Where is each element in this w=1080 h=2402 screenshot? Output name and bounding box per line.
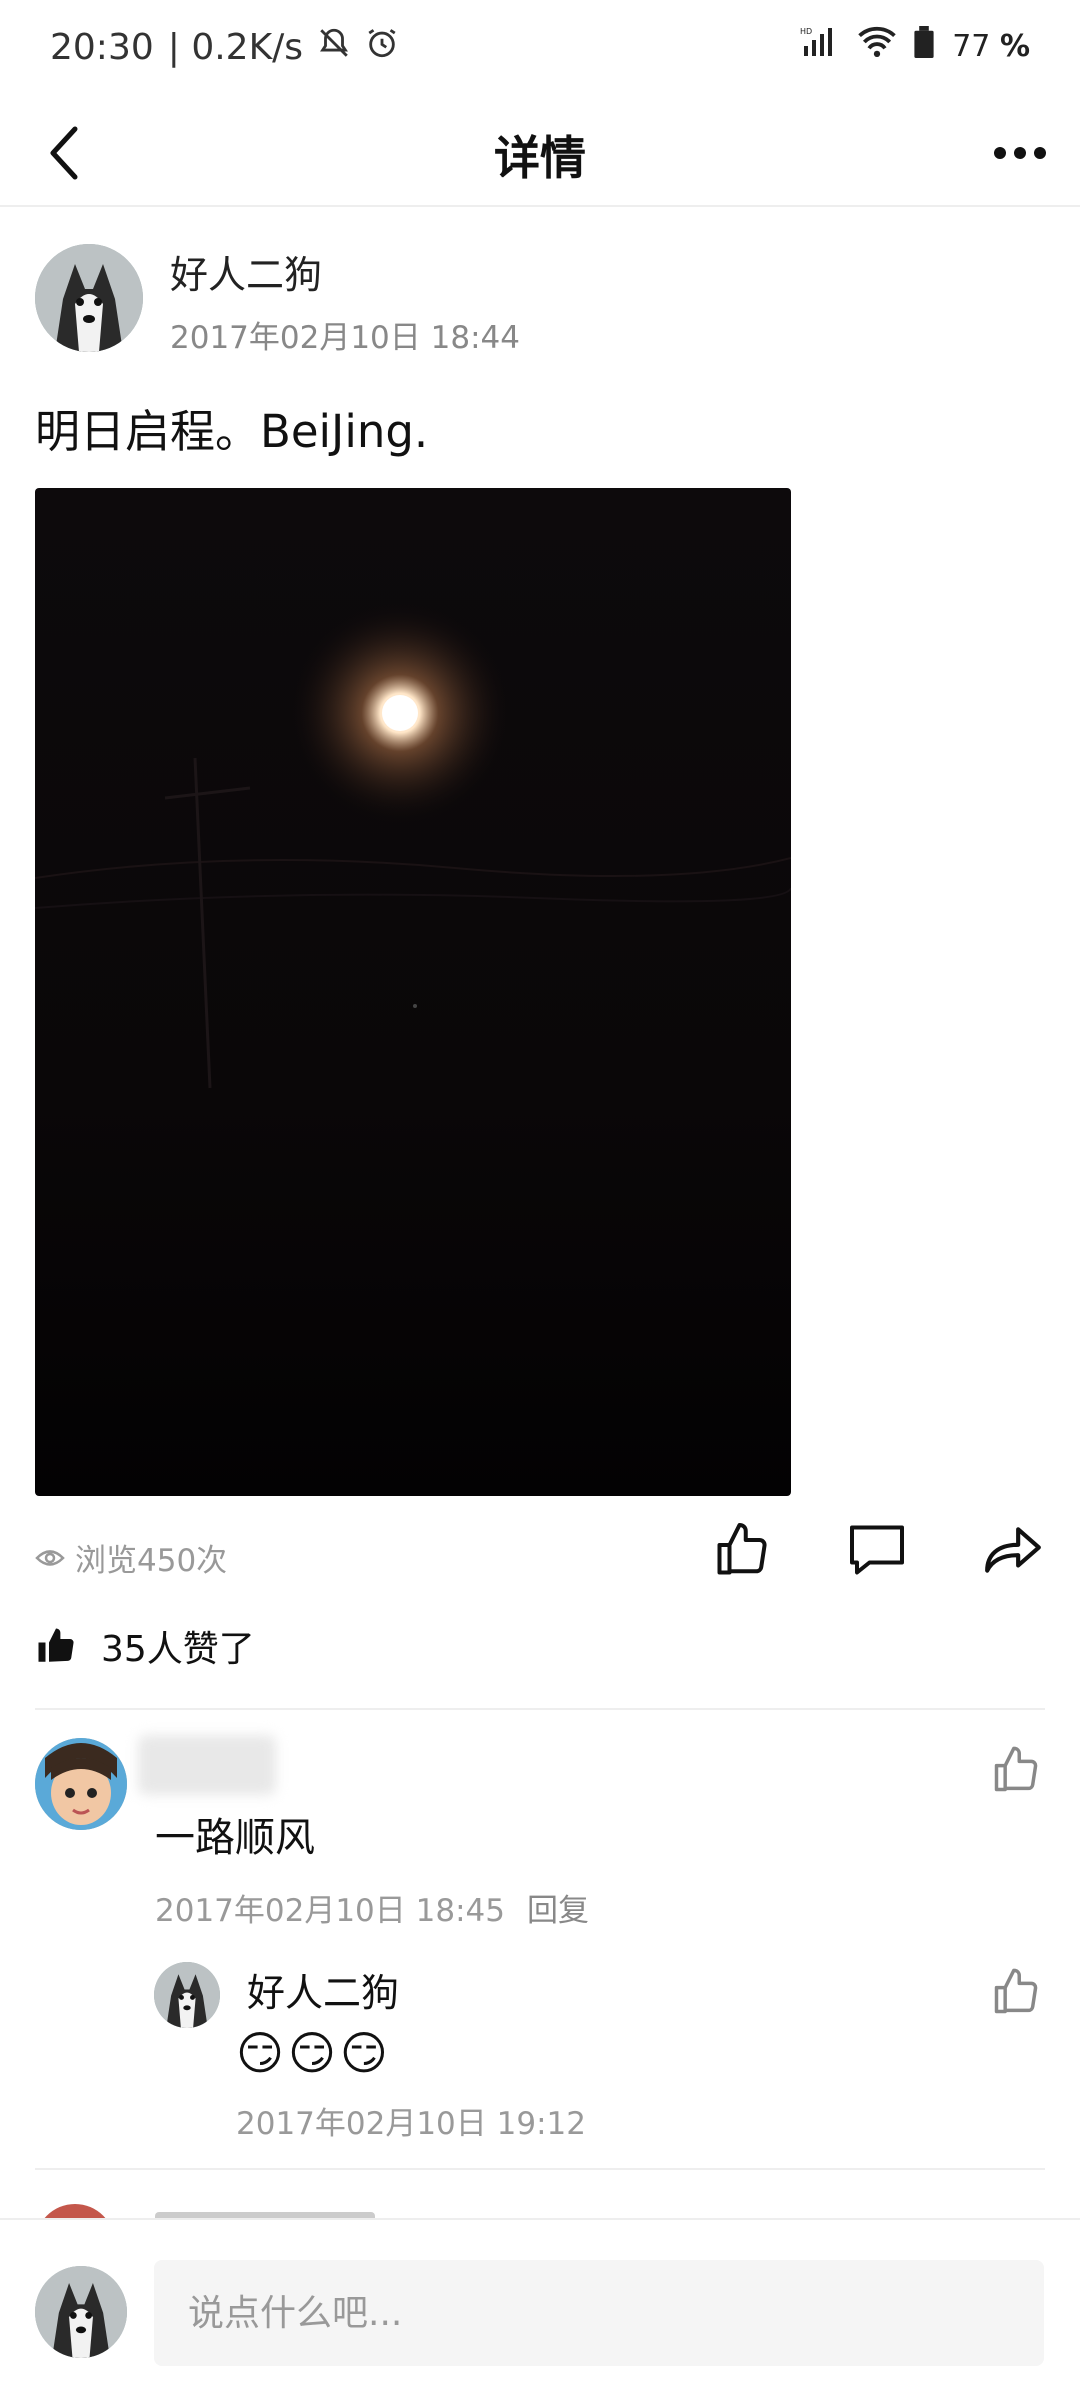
reply-author[interactable]: 好人二狗 bbox=[247, 1962, 399, 2017]
commenter-name-blurred[interactable] bbox=[138, 1735, 276, 1795]
battery-level: 77 % bbox=[952, 29, 1030, 64]
bottom-comment-bar bbox=[0, 2218, 1080, 2402]
husky-avatar-icon bbox=[154, 1962, 220, 2028]
thumbs-up-filled-icon bbox=[38, 1628, 74, 1662]
author-name[interactable]: 好人二狗 bbox=[170, 244, 322, 299]
svg-text:HD: HD bbox=[800, 27, 812, 36]
network-speed: | 0.2K/s bbox=[167, 27, 304, 68]
status-left: 20:30 | 0.2K/s bbox=[50, 26, 399, 69]
share-arrow-icon bbox=[985, 1527, 1041, 1573]
signal-icon: HD bbox=[800, 26, 840, 66]
battery-value: 77 bbox=[952, 28, 991, 64]
current-user-avatar[interactable] bbox=[35, 2266, 127, 2358]
header: 详情 bbox=[0, 100, 1080, 207]
divider bbox=[35, 2168, 1045, 2170]
commenter-avatar[interactable] bbox=[35, 1738, 127, 1830]
child-avatar-icon bbox=[35, 1738, 127, 1830]
battery-icon bbox=[914, 26, 934, 66]
like-button[interactable] bbox=[707, 1515, 777, 1585]
comment-text: 一路顺风 bbox=[155, 1815, 315, 1861]
husky-avatar-icon bbox=[35, 2266, 127, 2358]
post-image[interactable] bbox=[35, 488, 791, 1496]
share-button[interactable] bbox=[978, 1515, 1048, 1585]
reply-like-button[interactable] bbox=[986, 1962, 1046, 2022]
likes-summary[interactable]: 35人赞了 bbox=[35, 1620, 255, 1672]
status-right: HD 77 % bbox=[800, 26, 1030, 66]
comment-like-button[interactable] bbox=[986, 1740, 1046, 1800]
moon-night-photo bbox=[35, 488, 791, 1496]
reply-text: 😏😏😏 bbox=[236, 2026, 392, 2080]
thumbs-up-icon bbox=[994, 1968, 1038, 2014]
status-time: 20:30 bbox=[50, 27, 154, 68]
view-count: 浏览450次 bbox=[35, 1535, 227, 1580]
wifi-icon bbox=[858, 26, 896, 66]
more-button[interactable] bbox=[985, 118, 1055, 188]
thumbs-up-icon bbox=[994, 1746, 1038, 1792]
author-avatar[interactable] bbox=[35, 244, 143, 352]
page-title: 详情 bbox=[494, 131, 586, 185]
alarm-icon bbox=[365, 26, 399, 69]
husky-avatar-icon bbox=[35, 244, 143, 352]
eye-icon bbox=[35, 1549, 65, 1566]
comment-button[interactable] bbox=[842, 1515, 912, 1585]
reply-avatar[interactable] bbox=[154, 1962, 220, 2028]
status-bar: 20:30 | 0.2K/s HD 77 % bbox=[0, 0, 1080, 100]
reply-time: 2017年02月10日 19:12 bbox=[236, 2106, 586, 2142]
more-dots-icon bbox=[994, 147, 1046, 159]
comment-time: 2017年02月10日 18:45 bbox=[155, 1893, 505, 1929]
comment-icon bbox=[850, 1525, 904, 1575]
divider bbox=[35, 1708, 1045, 1710]
reply-button[interactable]: 回复 bbox=[527, 1885, 589, 1930]
mute-icon bbox=[317, 26, 351, 69]
battery-unit: % bbox=[999, 28, 1030, 64]
likes-count: 35人赞了 bbox=[101, 1629, 255, 1670]
comment-input[interactable] bbox=[154, 2260, 1044, 2366]
post-text: 明日启程。BeiJing. bbox=[35, 405, 429, 458]
thumbs-up-icon bbox=[717, 1523, 767, 1575]
view-count-text: 浏览450次 bbox=[75, 1543, 228, 1579]
post-time: 2017年02月10日 18:44 bbox=[170, 320, 520, 356]
